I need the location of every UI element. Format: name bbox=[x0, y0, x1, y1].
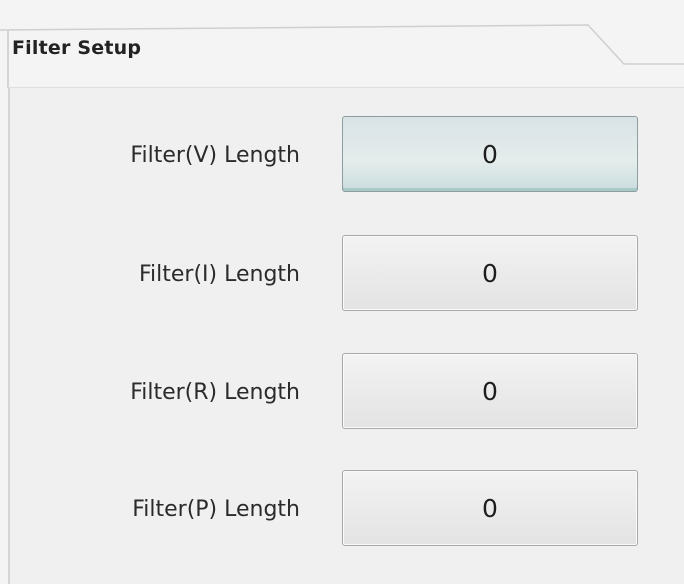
filter-p-length-row: Filter(P) Length 0 bbox=[0, 470, 684, 550]
filter-r-length-row: Filter(R) Length 0 bbox=[0, 353, 684, 433]
filter-v-length-row: Filter(V) Length 0 bbox=[0, 116, 684, 196]
filter-i-length-button[interactable]: 0 bbox=[342, 235, 638, 311]
filter-v-length-button[interactable]: 0 bbox=[342, 116, 638, 192]
filter-p-length-button[interactable]: 0 bbox=[342, 470, 638, 546]
filter-v-length-label: Filter(V) Length bbox=[130, 143, 300, 168]
filter-r-length-label: Filter(R) Length bbox=[130, 380, 300, 405]
filter-r-length-button[interactable]: 0 bbox=[342, 353, 638, 429]
filter-i-length-row: Filter(I) Length 0 bbox=[0, 235, 684, 315]
tab-filter-setup[interactable]: Filter Setup bbox=[12, 37, 141, 59]
filter-i-length-label: Filter(I) Length bbox=[138, 262, 300, 287]
filter-setup-window: Filter Setup Filter(V) Length 0 Filter(I… bbox=[0, 0, 684, 584]
filter-p-length-label: Filter(P) Length bbox=[132, 497, 300, 522]
